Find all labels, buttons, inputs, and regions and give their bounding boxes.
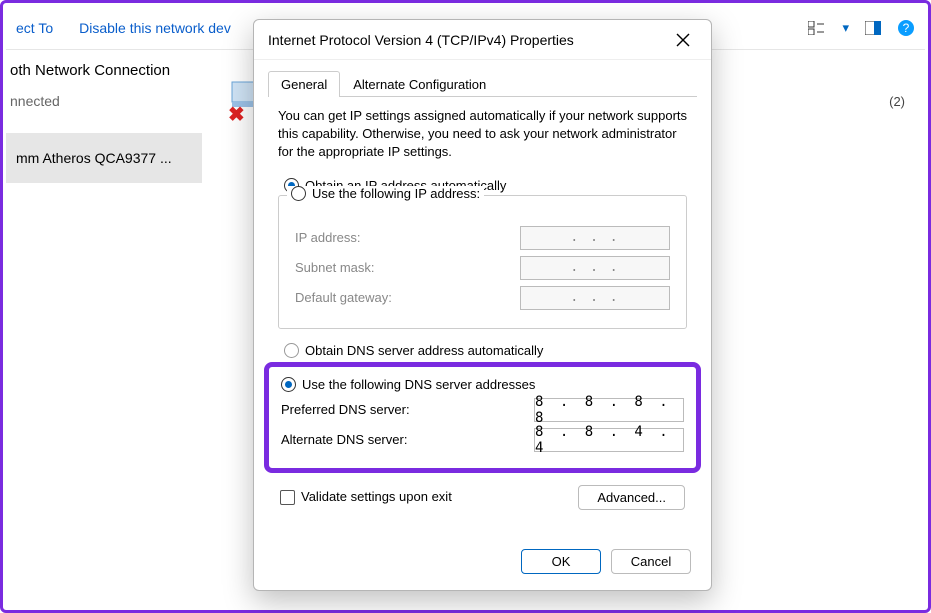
radio-dns-auto-label: Obtain DNS server address automatically: [305, 343, 543, 358]
preferred-dns-label: Preferred DNS server:: [281, 402, 534, 417]
preferred-dns-input[interactable]: 8 . 8 . 8 . 8: [534, 398, 684, 422]
radio-dns-manual-label: Use the following DNS server addresses: [302, 377, 535, 392]
ip-address-input: . . .: [520, 226, 670, 250]
close-icon: [676, 33, 690, 47]
preview-pane-icon[interactable]: [865, 21, 881, 35]
ip-address-label: IP address:: [295, 230, 520, 245]
toolbar-disable-device[interactable]: Disable this network dev: [79, 20, 231, 36]
radio-icon: [291, 186, 306, 201]
validate-label: Validate settings upon exit: [301, 489, 452, 504]
adapter-card[interactable]: mm Atheros QCA9377 ...: [6, 133, 202, 183]
dns-highlight-box: Use the following DNS server addresses P…: [264, 362, 701, 473]
svg-text:?: ?: [903, 21, 910, 35]
toolbar-connect-to[interactable]: ect To: [16, 20, 53, 36]
dialog-footer: OK Cancel: [254, 549, 711, 590]
radio-dns-auto[interactable]: Obtain DNS server address automatically: [284, 343, 687, 358]
checkbox-icon: [280, 490, 295, 505]
ipv4-properties-dialog: Internet Protocol Version 4 (TCP/IPv4) P…: [253, 19, 712, 591]
intro-text: You can get IP settings assigned automat…: [278, 107, 687, 162]
default-gateway-label: Default gateway:: [295, 290, 520, 305]
error-x-icon: ✖: [228, 102, 245, 127]
radio-dns-manual[interactable]: Use the following DNS server addresses: [281, 377, 684, 392]
radio-ip-manual-label: Use the following IP address:: [312, 186, 480, 201]
default-gateway-input: . . .: [520, 286, 670, 310]
tab-bar: General Alternate Configuration: [268, 70, 697, 97]
radio-ip-manual[interactable]: Use the following IP address:: [287, 186, 484, 201]
dropdown-caret-icon[interactable]: ▾: [842, 20, 849, 36]
radio-icon: [284, 343, 299, 358]
cancel-button[interactable]: Cancel: [611, 549, 691, 574]
partial-text: (2): [889, 94, 905, 109]
dialog-body: You can get IP settings assigned automat…: [254, 97, 711, 549]
tab-general[interactable]: General: [268, 71, 340, 97]
dialog-title: Internet Protocol Version 4 (TCP/IPv4) P…: [268, 32, 574, 48]
alternate-dns-input[interactable]: 8 . 8 . 4 . 4: [534, 428, 684, 452]
alternate-dns-label: Alternate DNS server:: [281, 432, 534, 447]
subnet-mask-label: Subnet mask:: [295, 260, 520, 275]
dialog-titlebar: Internet Protocol Version 4 (TCP/IPv4) P…: [254, 20, 711, 60]
view-options-icon[interactable]: [808, 21, 826, 35]
subnet-mask-input: . . .: [520, 256, 670, 280]
advanced-button[interactable]: Advanced...: [578, 485, 685, 510]
validate-checkbox[interactable]: Validate settings upon exit: [280, 489, 452, 505]
help-icon[interactable]: ?: [897, 19, 915, 37]
ok-button[interactable]: OK: [521, 549, 601, 574]
close-button[interactable]: [669, 26, 697, 54]
ip-fieldblock: Use the following IP address: IP address…: [278, 195, 687, 329]
radio-icon: [281, 377, 296, 392]
tab-alternate-configuration[interactable]: Alternate Configuration: [340, 71, 499, 97]
